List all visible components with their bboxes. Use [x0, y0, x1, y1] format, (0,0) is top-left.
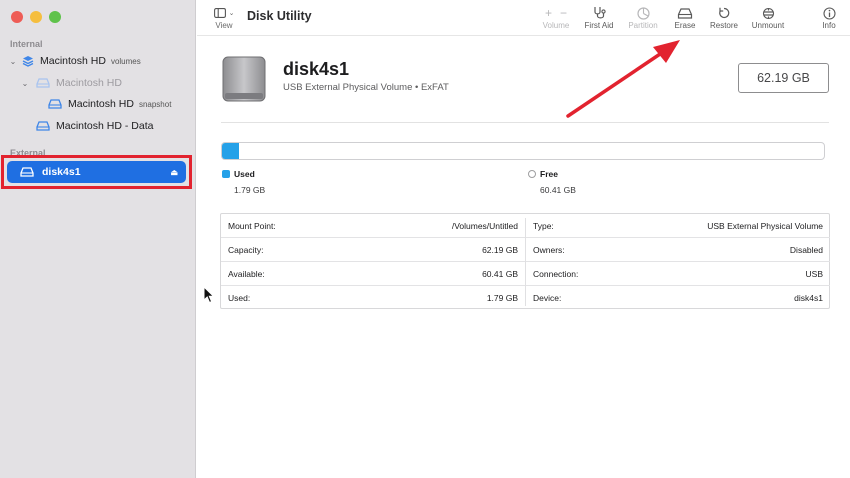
- unmount-label: Unmount: [751, 21, 785, 30]
- drive-icon: [36, 121, 50, 131]
- sidebar-item-disk4s1[interactable]: disk4s1 ⏏: [7, 161, 186, 183]
- divider: [221, 122, 829, 123]
- info-value: /Volumes/Untitled: [451, 220, 518, 231]
- drive-icon: [20, 167, 34, 177]
- info-label: Info: [822, 21, 836, 30]
- legend-free: Free 60.41 GB: [528, 169, 576, 195]
- info-value: disk4s1: [794, 293, 823, 303]
- info-row-connection: Connection: USB: [526, 262, 830, 286]
- usage-bar-used-fill: [222, 143, 240, 159]
- info-row-type: Type: USB External Physical Volume: [526, 214, 830, 238]
- toolbar: ⌄ View Disk Utility + − Volume First Aid …: [197, 0, 850, 36]
- eject-icon[interactable]: ⏏: [170, 168, 178, 177]
- erase-button[interactable]: Erase: [668, 5, 702, 30]
- zoom-window-button[interactable]: [49, 11, 61, 23]
- usage-bar: [221, 142, 825, 160]
- info-button[interactable]: Info: [815, 5, 843, 30]
- sidebar-item-sublabel: snapshot: [138, 99, 172, 109]
- unmount-icon: [762, 7, 774, 19]
- restore-button[interactable]: Restore: [706, 5, 742, 30]
- sidebar-item-sublabel: volumes: [110, 56, 141, 66]
- volume-button[interactable]: + − Volume: [536, 5, 576, 30]
- first-aid-button[interactable]: First Aid: [581, 5, 617, 30]
- chevron-down-icon[interactable]: ⌄: [20, 79, 30, 88]
- info-row-capacity: Capacity: 62.19 GB: [221, 238, 525, 262]
- info-key: Device:: [533, 293, 562, 303]
- info-key: Used:: [228, 293, 251, 303]
- sidebar-toggle-icon: [213, 8, 226, 18]
- info-value: Disabled: [789, 244, 823, 255]
- view-label: View: [215, 21, 233, 30]
- restore-icon: [719, 7, 730, 19]
- info-key: Type:: [533, 220, 554, 231]
- sidebar: Internal ⌄ Macintosh HD volumes ⌄ Macint…: [0, 0, 196, 478]
- info-row-available: Available: 60.41 GB: [221, 262, 525, 286]
- sidebar-item-label: Macintosh HD: [40, 55, 106, 67]
- info-key: Mount Point:: [228, 220, 276, 231]
- add-remove-icon: + −: [544, 6, 568, 20]
- volume-stack-icon: [22, 55, 34, 67]
- sidebar-item-macintosh-hd-snapshot[interactable]: Macintosh HD snapshot: [48, 93, 171, 115]
- info-key: Owners:: [533, 244, 565, 255]
- info-row-mount-point: Mount Point: /Volumes/Untitled: [221, 214, 525, 238]
- sidebar-item-label: disk4s1: [42, 166, 81, 178]
- info-row-owners: Owners: Disabled: [526, 238, 830, 262]
- partition-label: Partition: [628, 21, 658, 30]
- free-swatch: [528, 170, 536, 178]
- section-internal-label: Internal: [10, 39, 43, 49]
- info-row-device: Device: disk4s1: [526, 286, 830, 310]
- info-table: Mount Point: /Volumes/Untitled Capacity:…: [220, 213, 830, 309]
- info-key: Connection:: [533, 268, 579, 279]
- pie-chart-icon: [636, 6, 650, 20]
- info-column-right: Type: USB External Physical Volume Owner…: [526, 214, 830, 310]
- info-value: USB: [805, 268, 823, 279]
- restore-label: Restore: [709, 21, 738, 30]
- disk-name: disk4s1: [283, 59, 350, 79]
- view-button[interactable]: ⌄ View: [211, 5, 237, 30]
- sidebar-item-macintosh-hd-volumes[interactable]: ⌄ Macintosh HD volumes: [8, 50, 141, 72]
- close-window-button[interactable]: [11, 11, 23, 23]
- used-swatch: [222, 170, 230, 178]
- window-controls: [11, 11, 61, 23]
- info-key: Available:: [228, 268, 265, 279]
- first-aid-label: First Aid: [584, 21, 614, 30]
- volume-label: Volume: [542, 21, 570, 30]
- free-value: 60.41 GB: [540, 185, 576, 195]
- sidebar-item-label: Macintosh HD: [68, 98, 134, 110]
- partition-button[interactable]: Partition: [623, 5, 663, 30]
- minimize-window-button[interactable]: [30, 11, 42, 23]
- info-column-left: Mount Point: /Volumes/Untitled Capacity:…: [221, 214, 525, 310]
- info-value: 62.19 GB: [482, 244, 518, 255]
- external-drive-icon: [222, 56, 266, 102]
- legend-used: Used 1.79 GB: [222, 169, 265, 195]
- used-value: 1.79 GB: [234, 185, 266, 195]
- info-value: 60.41 GB: [482, 268, 518, 279]
- info-icon: [822, 6, 836, 20]
- erase-label: Erase: [674, 21, 696, 30]
- chevron-down-icon: ⌄: [228, 10, 235, 17]
- stethoscope-icon: [593, 7, 606, 19]
- sidebar-item-label: Macintosh HD - Data: [56, 120, 154, 132]
- app-title: Disk Utility: [247, 9, 312, 23]
- erase-drive-icon: [677, 7, 693, 19]
- disk-subtitle: USB External Physical Volume • ExFAT: [283, 82, 449, 93]
- mouse-cursor-icon: [203, 286, 215, 304]
- disk-size-badge: 62.19 GB: [738, 63, 829, 93]
- sidebar-item-macintosh-hd-data[interactable]: Macintosh HD - Data: [36, 115, 153, 137]
- used-label: Used: [234, 169, 255, 179]
- drive-icon: [36, 78, 50, 88]
- info-value: 1.79 GB: [486, 293, 518, 303]
- free-label: Free: [540, 169, 558, 179]
- info-row-used: Used: 1.79 GB: [221, 286, 525, 310]
- info-key: Capacity:: [228, 244, 264, 255]
- sidebar-item-macintosh-hd[interactable]: ⌄ Macintosh HD: [20, 72, 122, 94]
- unmount-button[interactable]: Unmount: [748, 5, 788, 30]
- sidebar-item-label: Macintosh HD: [56, 77, 122, 89]
- chevron-down-icon[interactable]: ⌄: [8, 57, 18, 66]
- drive-icon: [48, 99, 62, 109]
- info-value: USB External Physical Volume: [707, 220, 823, 231]
